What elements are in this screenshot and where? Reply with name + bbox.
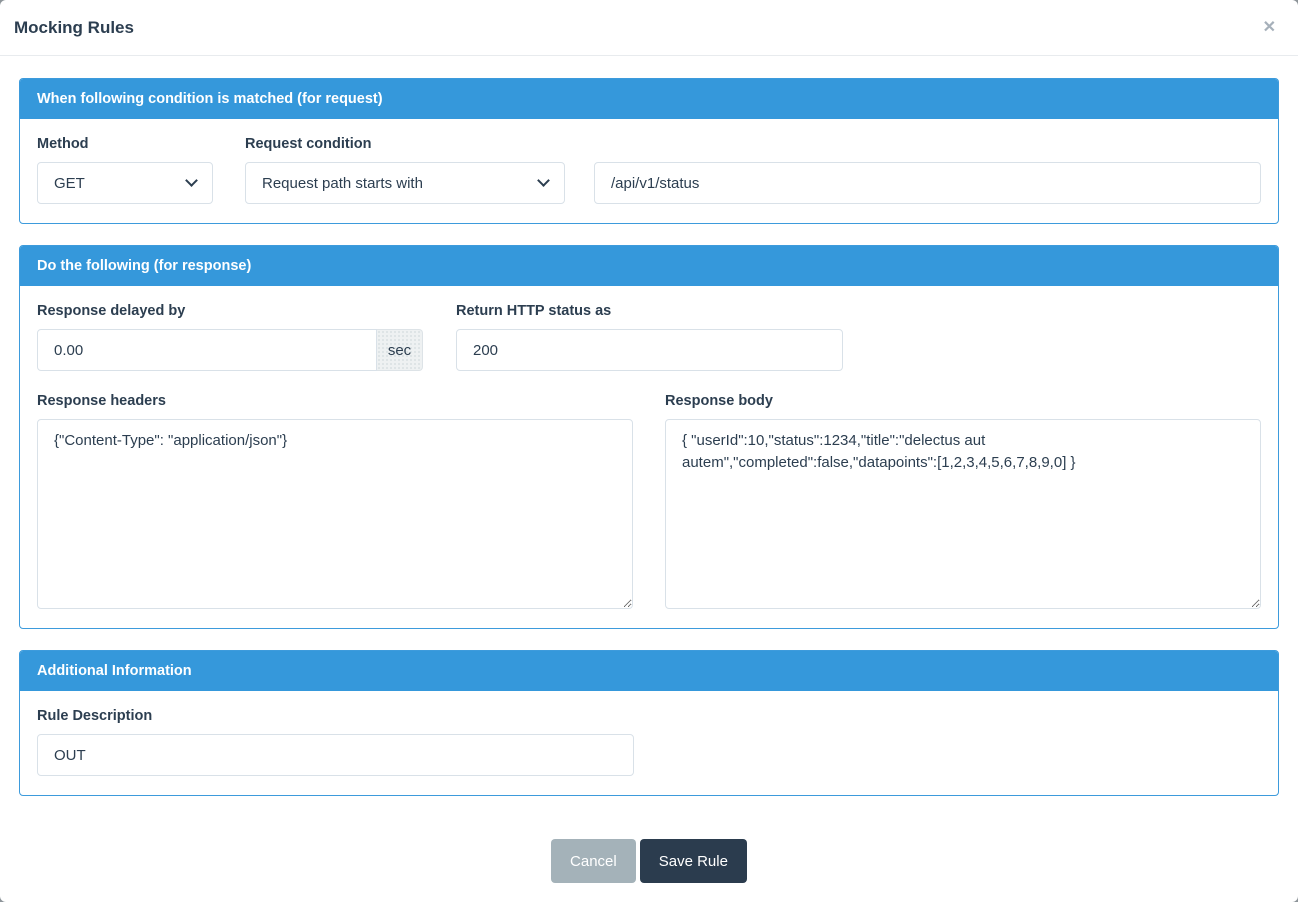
request-panel-header: When following condition is matched (for… bbox=[20, 79, 1278, 119]
rule-description-input[interactable] bbox=[37, 734, 634, 776]
method-select-wrap: GET bbox=[37, 162, 213, 204]
http-status-input[interactable] bbox=[456, 329, 843, 371]
method-label: Method bbox=[37, 136, 213, 152]
method-select[interactable]: GET bbox=[37, 162, 213, 204]
seconds-unit-addon: sec bbox=[377, 329, 423, 371]
dialog-title: Mocking Rules bbox=[14, 18, 134, 38]
additional-info-body: Rule Description bbox=[20, 691, 1278, 795]
request-condition-panel: When following condition is matched (for… bbox=[19, 78, 1279, 224]
dialog-header: Mocking Rules ✕ bbox=[0, 0, 1298, 56]
request-condition-select[interactable]: Request path starts with bbox=[245, 162, 565, 204]
http-status-label: Return HTTP status as bbox=[456, 303, 843, 319]
request-condition-label: Request condition bbox=[245, 136, 565, 152]
response-delay-input[interactable] bbox=[37, 329, 377, 371]
additional-info-panel: Additional Information Rule Description bbox=[19, 650, 1279, 796]
response-headers-label: Response headers bbox=[37, 393, 633, 409]
response-delay-label: Response delayed by bbox=[37, 303, 423, 319]
rule-description-label: Rule Description bbox=[37, 708, 634, 724]
request-path-input[interactable] bbox=[594, 162, 1261, 204]
cancel-button[interactable]: Cancel bbox=[551, 839, 636, 883]
response-panel-body: Response delayed by sec Return HTTP stat… bbox=[20, 286, 1278, 628]
condition-select-wrap: Request path starts with bbox=[245, 162, 565, 204]
response-panel: Do the following (for response) Response… bbox=[19, 245, 1279, 629]
close-icon[interactable]: ✕ bbox=[1257, 16, 1282, 40]
response-body-textarea[interactable]: { "userId":10,"status":1234,"title":"del… bbox=[665, 419, 1261, 609]
delay-input-group: sec bbox=[37, 329, 423, 371]
response-panel-header: Do the following (for response) bbox=[20, 246, 1278, 286]
dialog-body: When following condition is matched (for… bbox=[0, 56, 1298, 839]
additional-info-header: Additional Information bbox=[20, 651, 1278, 691]
request-panel-body: Method GET Request condition bbox=[20, 119, 1278, 223]
response-body-label: Response body bbox=[665, 393, 1261, 409]
save-rule-button[interactable]: Save Rule bbox=[640, 839, 747, 883]
dialog-footer: Cancel Save Rule bbox=[0, 839, 1298, 902]
response-headers-textarea[interactable]: {"Content-Type": "application/json"} bbox=[37, 419, 633, 609]
mocking-rules-dialog: Mocking Rules ✕ When following condition… bbox=[0, 0, 1298, 902]
